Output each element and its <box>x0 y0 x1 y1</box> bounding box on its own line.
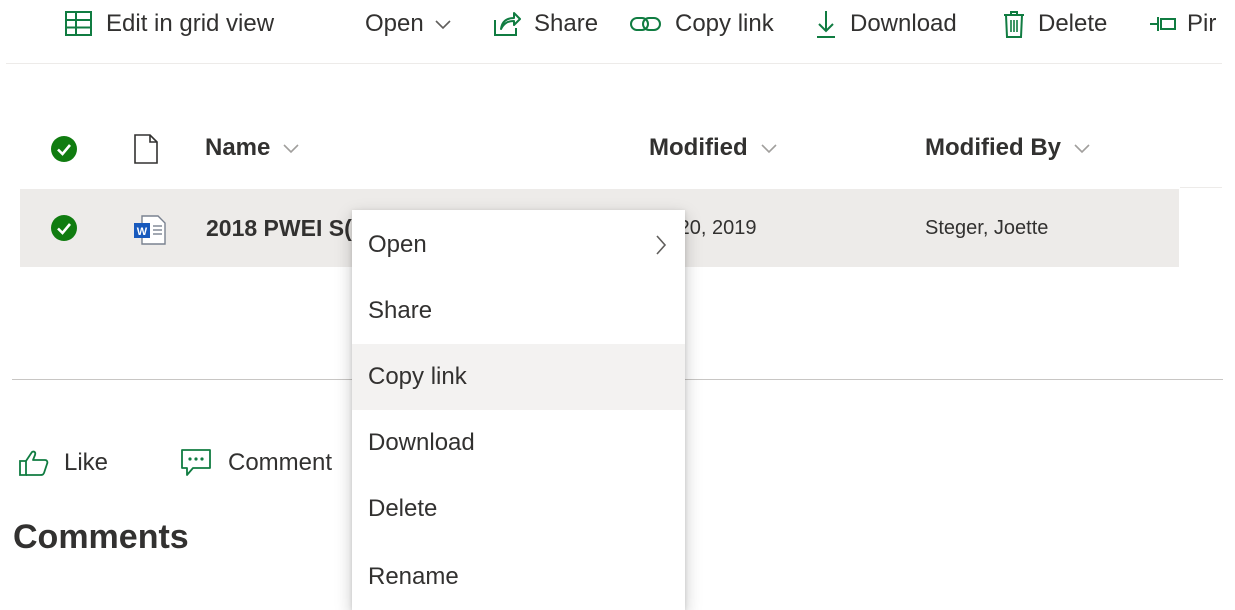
file-type-header[interactable] <box>133 134 159 164</box>
link-icon <box>629 12 663 36</box>
column-header-name[interactable]: Name <box>205 122 300 174</box>
like-button[interactable]: Like <box>18 443 108 483</box>
comment-button[interactable]: Comment <box>180 443 332 483</box>
download-icon <box>814 9 838 39</box>
row-select-checkbox[interactable] <box>50 214 78 242</box>
word-file-icon: W <box>133 214 167 246</box>
delete-label: Delete <box>1038 10 1108 37</box>
menu-item-label: Download <box>368 429 475 456</box>
chevron-down-icon <box>1073 142 1091 154</box>
share-label: Share <box>534 10 599 37</box>
pin-label: Pir <box>1187 10 1217 37</box>
command-bar: Edit in grid view Open Share Copy link D… <box>0 0 1235 48</box>
edit-grid-view-button[interactable]: Edit in grid view <box>64 6 274 42</box>
open-label: Open <box>365 10 424 37</box>
menu-item-label: Delete <box>368 495 438 522</box>
menu-item-label: Rename <box>368 563 459 590</box>
menu-item-download[interactable]: Download <box>352 410 685 476</box>
menu-item-rename[interactable]: Rename <box>352 544 685 610</box>
menu-item-copy-link[interactable]: Copy link <box>352 344 685 410</box>
download-button[interactable]: Download <box>814 6 957 42</box>
menu-item-open[interactable]: Open <box>352 212 685 278</box>
chevron-down-icon <box>760 142 778 154</box>
grid-icon <box>64 9 94 39</box>
menu-item-share[interactable]: Share <box>352 278 685 344</box>
chevron-down-icon <box>434 18 452 30</box>
chevron-down-icon <box>282 142 300 154</box>
modified-by-cell: Steger, Joette <box>925 189 1048 267</box>
chevron-right-icon <box>655 234 667 256</box>
select-all-checkbox[interactable] <box>50 135 78 163</box>
check-circle-icon <box>51 136 77 162</box>
menu-item-delete[interactable]: Delete <box>352 476 685 542</box>
column-name-label: Name <box>205 134 271 161</box>
context-menu: Open Share Copy link Download Delete Ren… <box>352 210 685 610</box>
svg-text:W: W <box>137 226 148 238</box>
check-circle-icon <box>51 215 77 241</box>
column-modified-by-label: Modified By <box>925 134 1061 161</box>
delete-button[interactable]: Delete <box>1002 6 1107 42</box>
modified-by-name: Steger, Joette <box>925 216 1049 239</box>
download-label: Download <box>850 10 957 37</box>
copy-link-button[interactable]: Copy link <box>629 6 774 42</box>
column-header-modified[interactable]: Modified <box>649 122 778 174</box>
pin-button[interactable]: Pir <box>1149 6 1216 42</box>
open-button[interactable]: Open <box>365 6 452 42</box>
menu-item-label: Open <box>368 231 427 258</box>
thumbs-up-icon <box>18 449 50 477</box>
pin-icon <box>1149 14 1177 34</box>
column-header-modified-by[interactable]: Modified By <box>925 122 1091 174</box>
copy-link-label: Copy link <box>675 10 774 37</box>
share-icon <box>492 10 522 38</box>
share-button[interactable]: Share <box>492 6 598 42</box>
trash-icon <box>1002 9 1026 39</box>
like-label: Like <box>64 449 109 476</box>
document-icon <box>134 134 158 164</box>
menu-item-label: Share <box>368 297 433 324</box>
comment-label: Comment <box>228 449 333 476</box>
edit-grid-view-label: Edit in grid view <box>106 10 275 37</box>
file-name: 2018 PWEI S( <box>206 214 352 241</box>
file-name-cell[interactable]: 2018 PWEI S( <box>206 189 352 267</box>
command-bar-divider <box>6 63 1222 64</box>
menu-item-label: Copy link <box>368 363 467 390</box>
comments-heading: Comments <box>13 518 189 556</box>
column-modified-label: Modified <box>649 134 748 161</box>
comment-icon <box>180 448 212 478</box>
header-divider <box>1180 187 1222 188</box>
